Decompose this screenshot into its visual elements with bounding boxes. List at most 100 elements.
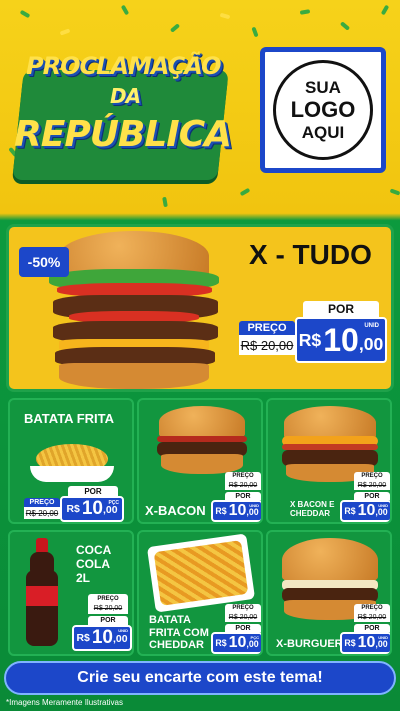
price-integer: 10 [81,498,103,519]
product-name: X-BURGUER [276,638,343,650]
por-label: POR [354,492,390,500]
current-price: R$ 10 ,00 UNID [340,500,390,522]
price-currency: R$ [298,329,322,350]
logo-text-2: LOGO [290,97,356,123]
price-integer: 10 [323,321,359,358]
title-line-2: DA [110,84,141,108]
price-unit: UNID [364,323,379,329]
product-card[interactable]: X BACON E CHEDDAR PREÇO R$ 20,00 POR R$ … [266,398,392,524]
old-price: R$ 20,00 [354,480,390,490]
price-currency: R$ [344,506,356,516]
confetti [389,188,400,196]
price-currency: R$ [66,503,80,515]
price-cents: ,00 [102,505,118,517]
price-integer: 10 [228,502,247,519]
current-price: R$ 10 ,00 UNID [72,625,132,651]
product-name: X BACON E CHEDDAR [290,500,335,519]
logo-text-3: AQUI [301,122,345,142]
product-card[interactable]: BATATA FRITA COM CHEDDAR PREÇO R$ 20,00 … [137,530,263,656]
product-card[interactable]: X-BURGUER PREÇO R$ 20,00 POR R$ 10 ,00 U… [266,530,392,656]
preco-label: PREÇO [225,472,261,480]
price-integer: 10 [357,502,376,519]
price-integer: 10 [228,634,247,651]
price-tag: PREÇO R$ 20,00 POR R$ 10 ,00 UNID [211,472,261,522]
flyer-page: PROCLAMAÇÃO DA REPÚBLICA SUA LOGO AQUI -… [0,0,400,711]
product-card[interactable]: X-BACON PREÇO R$ 20,00 POR R$ 10 ,00 UNI… [137,398,263,524]
por-label: POR [225,492,261,500]
old-price: R$ 20,00 [354,612,390,622]
footnote: *Imagens Meramente Ilustrativas [6,698,123,707]
price-unit: PÇC [108,500,119,506]
confetti [219,12,231,20]
old-price: R$ 20,00 [239,335,295,355]
current-price: R$ 10 ,00 UNID [295,317,387,363]
price-currency: R$ [76,632,90,644]
por-label: POR [225,624,261,632]
current-price: R$ 10 ,00 UNID [340,632,390,654]
fries-icon [146,533,256,613]
current-price: R$ 10 ,00 UNID [211,500,261,522]
preco-label: PREÇO [354,604,390,612]
logo-text-1: SUA [305,77,341,97]
price-tag: PREÇO R$ 20,00 POR R$ 10 ,00 PÇC [211,604,261,654]
product-name: X-BACON [145,503,206,518]
price-currency: R$ [215,638,227,648]
product-card[interactable]: BATATA FRITA POR PREÇO R$ 20,00 R$ 10 ,0… [8,398,134,524]
price-tag: PREÇO R$ 20,00 POR R$ 10 ,00 UNID [70,594,132,654]
old-price: R$ 20,00 [225,480,261,490]
title-line-3: REPÚBLICA [14,114,232,155]
price-currency: R$ [344,638,356,648]
discount-badge: -50% [19,247,69,277]
preco-label: PREÇO [225,604,261,612]
featured-product-name: X - TUDO [249,239,372,270]
title-line-1: PROCLAMAÇÃO [26,52,222,80]
old-price: R$ 20,00 [88,603,128,614]
soda-bottle-icon [22,538,62,650]
confetti [120,4,130,16]
price-unit: UNID [378,635,388,640]
confetti [299,9,311,15]
preco-label: PREÇO [88,594,128,603]
price-unit: UNID [118,628,128,633]
featured-product-card[interactable]: -50% X - TUDO POR PREÇO R$ 20,00 R$ 10 ,… [6,224,394,392]
price-integer: 10 [91,627,113,648]
price-unit: UNID [378,503,388,508]
cta-banner[interactable]: Crie seu encarte com este tema! [4,661,396,695]
current-price: R$ 10 ,00 PÇC [211,632,261,654]
por-label: POR [303,301,379,317]
product-name: BATATA FRITA COM CHEDDAR [149,614,209,652]
confetti [339,21,351,31]
fries-icon [30,440,114,484]
confetti [59,28,71,36]
confetti [380,4,390,16]
price-currency: R$ [215,506,227,516]
price-tag: POR PREÇO R$ 20,00 R$ 10 ,00 PÇC [24,486,126,522]
price-cents: ,00 [112,634,128,646]
price-integer: 10 [357,634,376,651]
logo-circle: SUA LOGO AQUI [273,60,373,160]
product-name: COCA COLA 2L [76,543,111,585]
confetti [251,26,259,38]
logo-placeholder: SUA LOGO AQUI [260,47,386,173]
price-tag: PREÇO R$ 20,00 POR R$ 10 ,00 UNID [340,604,390,654]
old-price: R$ 20,00 [225,612,261,622]
confetti [169,23,181,33]
preco-label: PREÇO [24,498,60,507]
por-label: POR [88,616,128,625]
product-card[interactable]: COCA COLA 2L PREÇO R$ 20,00 POR R$ 10 ,0… [8,530,134,656]
price-cents: ,00 [375,506,388,517]
confetti [239,187,251,197]
price-cents: ,00 [246,638,259,649]
price-cents: ,00 [358,333,384,354]
price-cents: ,00 [246,506,259,517]
price-cents: ,00 [375,638,388,649]
por-label: POR [68,486,118,496]
price-unit: UNID [249,503,259,508]
campaign-title: PROCLAMAÇÃO DA REPÚBLICA [10,40,232,200]
featured-price-tag: POR PREÇO R$ 20,00 R$ 10 ,00 UNID [239,301,389,371]
price-unit: PÇC [250,635,259,640]
old-price: R$ 20,00 [24,507,60,519]
price-tag: PREÇO R$ 20,00 POR R$ 10 ,00 UNID [340,472,390,522]
preco-label: PREÇO [354,472,390,480]
burger-icon [155,406,249,478]
